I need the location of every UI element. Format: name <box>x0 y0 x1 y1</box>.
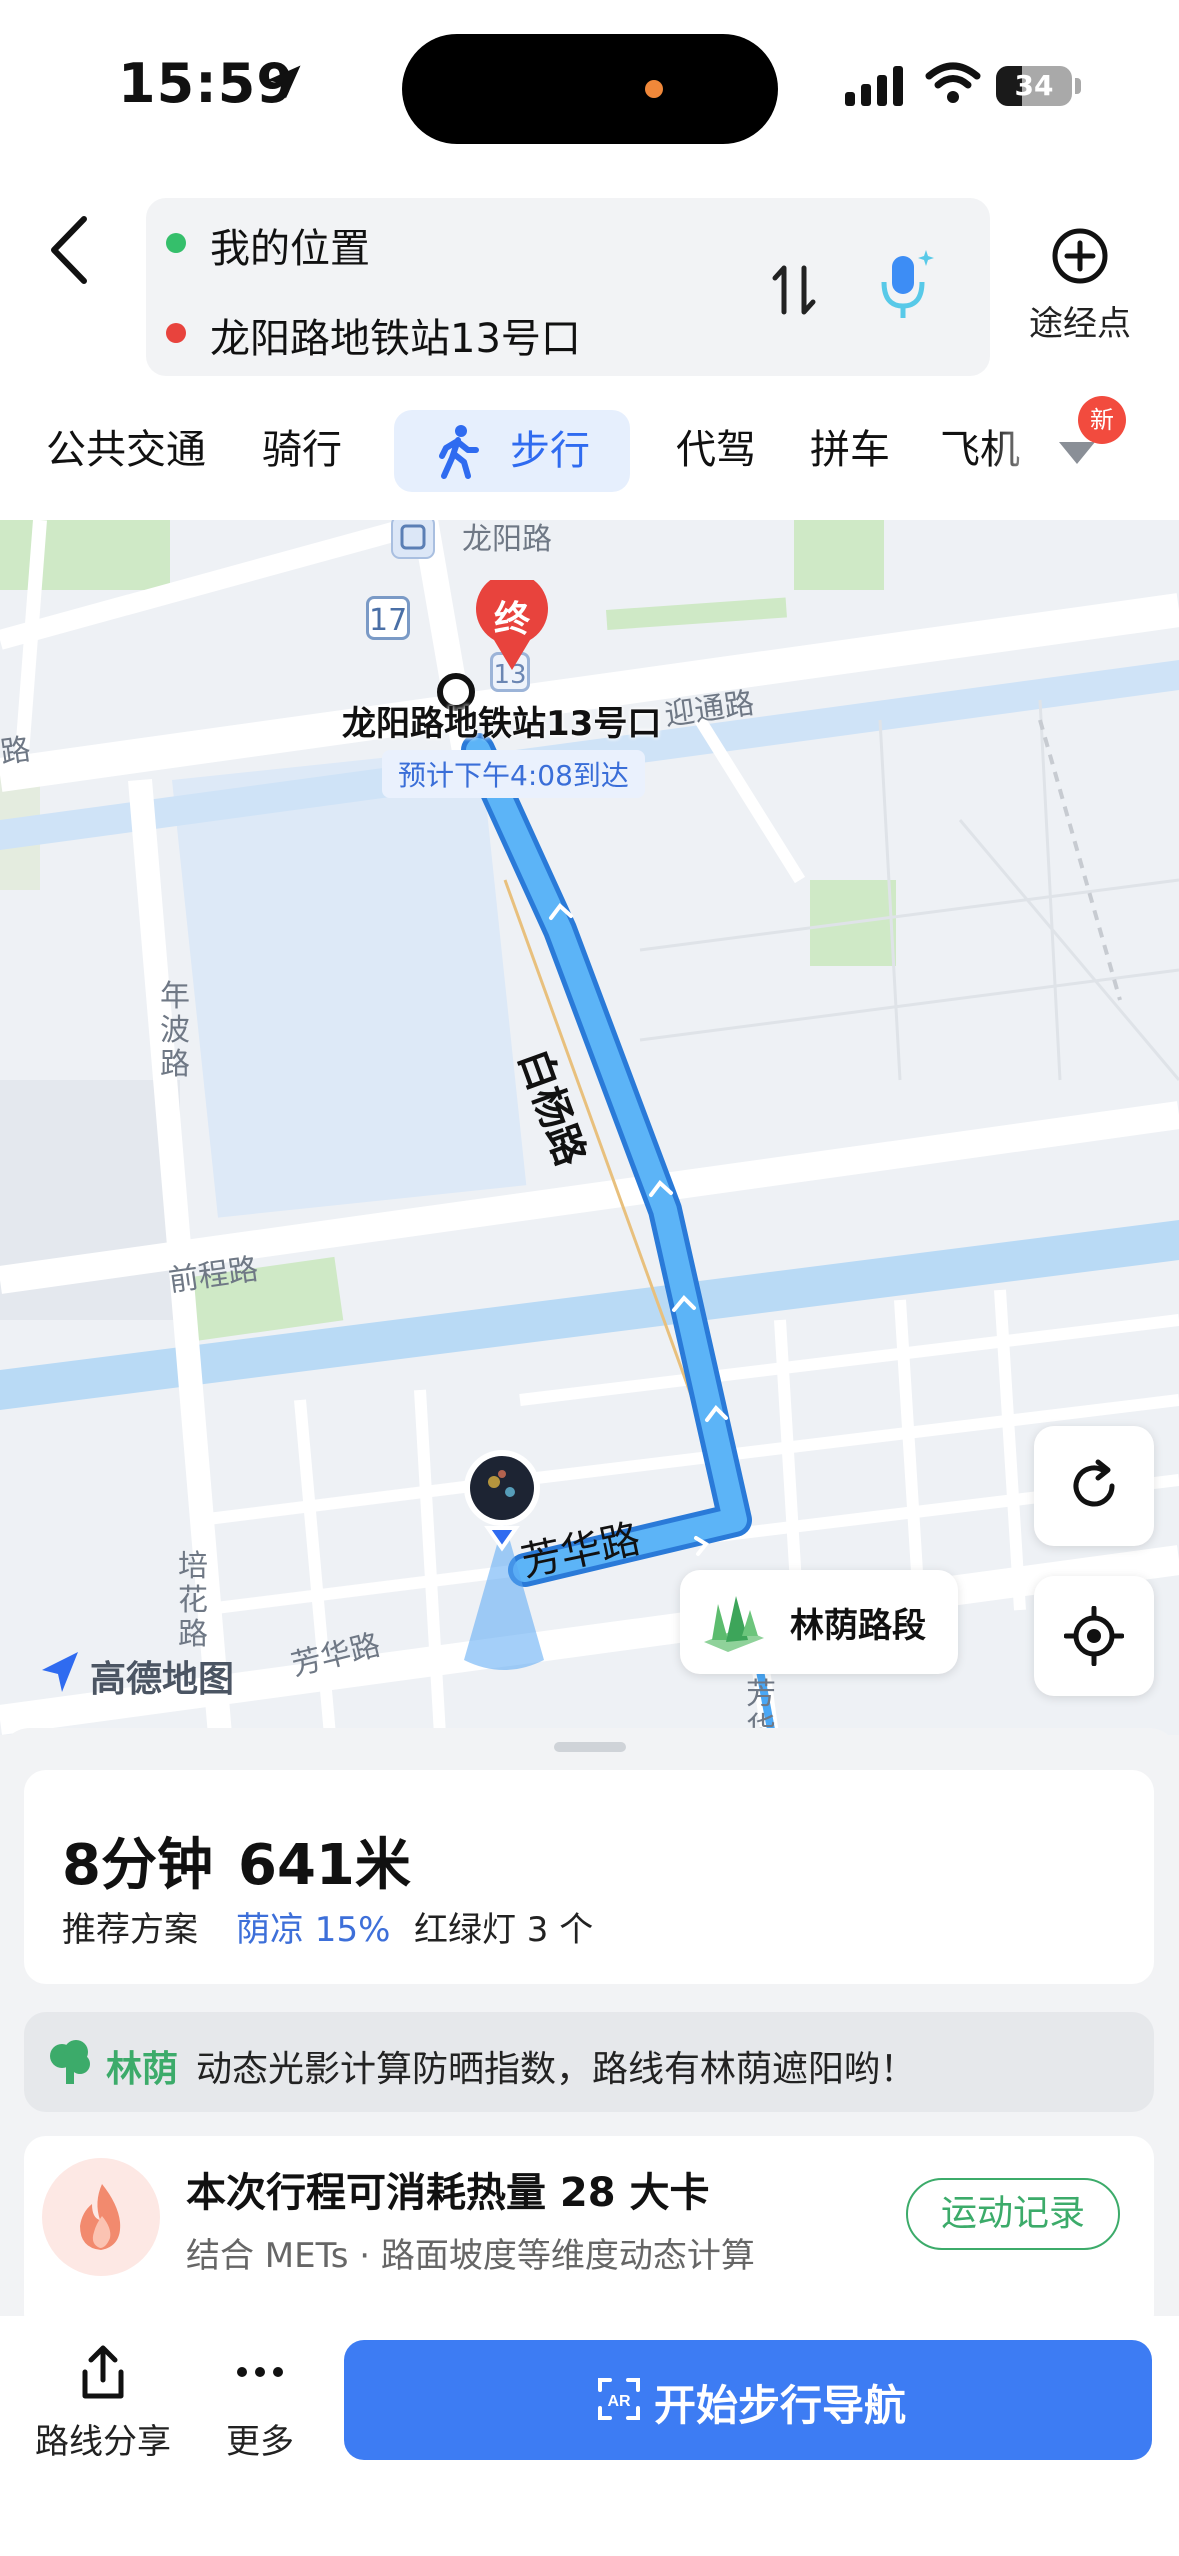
more-label: 更多 <box>226 2422 294 2462</box>
share-route-label: 路线分享 <box>35 2422 171 2462</box>
calorie-icon-container <box>42 2158 160 2276</box>
shade-tip-tag: 林荫 <box>106 2049 179 2090</box>
destination-field[interactable]: 龙阳路地铁站13号口 <box>210 306 581 364</box>
crosshair-icon <box>1064 1606 1124 1666</box>
amap-logo-icon <box>42 1652 78 1692</box>
exercise-record-button[interactable]: 运动记录 <box>906 2178 1120 2250</box>
refresh-icon <box>1073 1459 1115 1507</box>
privacy-indicator-icon <box>645 80 663 98</box>
battery-icon: 34 <box>996 66 1072 106</box>
route-duration: 8分钟 <box>62 1833 213 1898</box>
tab-walking-label: 步行 <box>510 428 590 474</box>
add-waypoint-button[interactable]: 途经点 <box>1020 226 1140 346</box>
locate-me-button[interactable] <box>1034 1576 1154 1696</box>
wifi-icon <box>925 62 981 103</box>
street-label: 年波路 <box>160 979 190 1082</box>
tab-carpool[interactable]: 拼车 <box>810 412 890 488</box>
share-route-button[interactable]: 路线分享 <box>30 2342 176 2472</box>
destination-pin[interactable]: 终 <box>474 572 550 672</box>
destination-map-label: 龙阳路地铁站13号口 <box>342 704 662 744</box>
new-badge: 新 <box>1078 396 1126 444</box>
map-logo-text: 高德地图 <box>90 1659 235 1700</box>
calorie-subtitle: 结合 METs · 路面坡度等维度动态计算 <box>186 2236 755 2276</box>
street-label: 龙阳路 <box>462 522 552 557</box>
walking-person-icon <box>439 425 479 479</box>
street-label: 芳华路 <box>746 1677 776 1736</box>
location-arrow-icon <box>267 65 301 99</box>
battery-percent: 34 <box>1014 69 1054 102</box>
svg-text:AR: AR <box>607 2393 631 2410</box>
more-dots-icon <box>237 2367 283 2377</box>
flame-icon <box>80 2184 121 2250</box>
tree-icon <box>704 1596 764 1652</box>
voice-icon[interactable] <box>876 248 936 324</box>
traffic-light-count: 红绿灯 3 个 <box>414 1910 594 1950</box>
tab-public-transit[interactable]: 公共交通 <box>46 412 206 488</box>
refresh-button[interactable] <box>1034 1426 1154 1546</box>
tab-designated-driver[interactable]: 代驾 <box>676 412 756 488</box>
destination-pin-label: 终 <box>493 599 530 640</box>
back-icon[interactable] <box>40 205 100 295</box>
station-badge: 17 <box>366 596 410 640</box>
origin-dot <box>166 233 186 253</box>
waypoint-label: 途经点 <box>1029 304 1131 344</box>
add-waypoint-icon <box>1052 228 1108 284</box>
shade-section-label: 林荫路段 <box>790 1606 926 1646</box>
swap-icon[interactable] <box>770 260 818 320</box>
eta-label: 预计下午4:08到达 <box>382 750 645 798</box>
more-button[interactable]: 更多 <box>200 2342 320 2472</box>
origin-field[interactable]: 我的位置 <box>210 216 370 274</box>
shade-tip-text: 动态光影计算防晒指数，路线有林荫遮阳哟！ <box>196 2049 917 2090</box>
cellular-signal-icon <box>845 66 903 106</box>
start-walk-navigation-label: 开始步行导航 <box>654 2381 907 2430</box>
ar-icon: AR <box>598 2378 640 2420</box>
sheet-drag-handle[interactable] <box>554 1742 626 1752</box>
shade-percentage: 荫凉 15% <box>236 1910 391 1950</box>
calorie-title: 本次行程可消耗热量 28 大卡 <box>186 2170 710 2216</box>
route-distance: 641米 <box>238 1833 411 1898</box>
battery-cap <box>1075 78 1081 94</box>
street-label: 培花路 <box>178 1549 208 1652</box>
tree-icon <box>50 2040 90 2084</box>
current-location-marker <box>464 1450 540 1552</box>
dynamic-island <box>402 34 778 144</box>
recommended-label: 推荐方案 <box>62 1910 198 1950</box>
tab-cycling[interactable]: 骑行 <box>262 412 342 488</box>
destination-dot <box>166 323 186 343</box>
share-icon <box>82 2345 124 2399</box>
